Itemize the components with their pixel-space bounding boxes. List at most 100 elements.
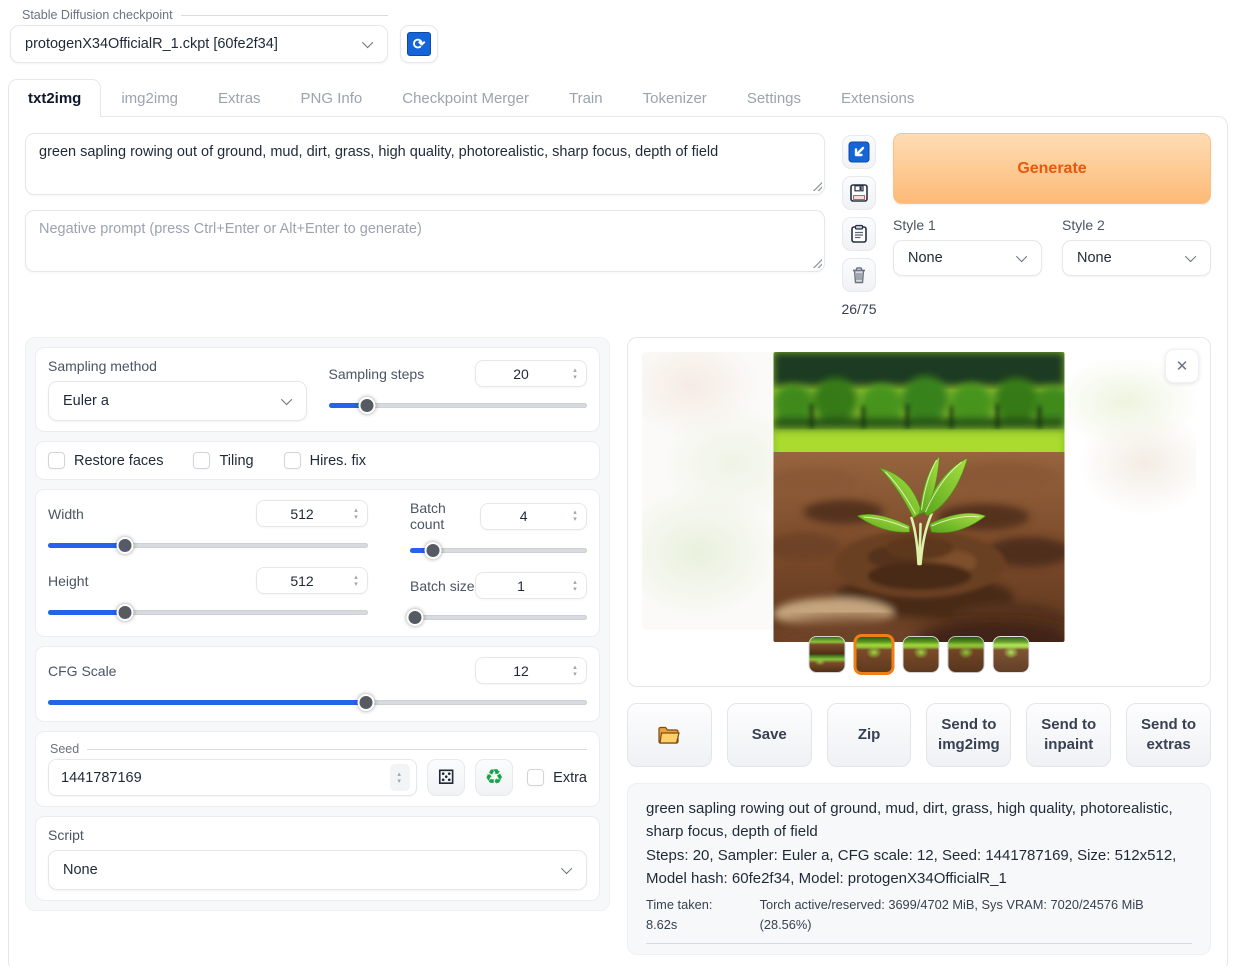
checkpoint-label: Stable Diffusion checkpoint xyxy=(10,8,388,22)
style2-dropdown[interactable]: None xyxy=(1062,240,1211,276)
chevron-down-icon xyxy=(1185,251,1196,262)
prompt-input[interactable]: green sapling rowing out of ground, mud,… xyxy=(25,133,825,195)
clipboard-icon xyxy=(849,224,869,244)
output-panel: ✕ xyxy=(627,337,1211,955)
restore-faces-checkbox[interactable]: Restore faces xyxy=(48,452,163,469)
info-params: Steps: 20, Sampler: Euler a, CFG scale: … xyxy=(646,844,1192,891)
sampling-steps-slider[interactable] xyxy=(329,396,588,414)
height-slider[interactable] xyxy=(48,603,368,621)
prompt-tools: 26/75 xyxy=(839,133,879,317)
stepper-arrows[interactable]: ▴▾ xyxy=(566,367,586,381)
tab-checkpoint-merger[interactable]: Checkpoint Merger xyxy=(382,79,549,117)
script-dropdown[interactable]: None xyxy=(48,850,587,890)
sampling-steps-input[interactable]: 20 ▴▾ xyxy=(475,360,587,387)
gallery-neighbor-left xyxy=(642,352,782,630)
zip-button[interactable]: Zip xyxy=(827,703,912,767)
seed-label: Seed xyxy=(50,742,79,756)
stepper-arrows[interactable]: ▴▾ xyxy=(566,579,586,593)
width-input[interactable]: 512 ▴▾ xyxy=(256,500,368,527)
tiling-checkbox[interactable]: Tiling xyxy=(193,452,253,469)
open-folder-button[interactable] xyxy=(627,703,712,767)
send-to-inpaint-button[interactable]: Send to inpaint xyxy=(1026,703,1111,767)
tab-train[interactable]: Train xyxy=(549,79,623,117)
chevron-down-icon xyxy=(1016,251,1027,262)
height-input[interactable]: 512 ▴▾ xyxy=(256,567,368,594)
generation-settings: Sampling method Euler a Sampling steps 2… xyxy=(25,337,610,911)
thumbnail-5[interactable] xyxy=(993,636,1030,673)
tab-png-info[interactable]: PNG Info xyxy=(281,79,383,117)
stepper-arrows[interactable]: ▴▾ xyxy=(347,507,367,521)
checkbox-box xyxy=(284,452,301,469)
thumbnail-2-selected[interactable] xyxy=(854,634,895,675)
generated-image[interactable] xyxy=(774,352,1065,642)
recycle-icon: ♻ xyxy=(485,767,504,788)
checkpoint-dropdown[interactable]: protogenX34OfficialR_1.ckpt [60fe2f34] xyxy=(10,25,388,63)
chevron-down-icon xyxy=(280,394,291,405)
sampling-method-dropdown[interactable]: Euler a xyxy=(48,381,307,421)
generation-info: green sapling rowing out of ground, mud,… xyxy=(627,783,1211,955)
style1-value: None xyxy=(908,250,943,266)
seed-input[interactable]: 1441787169 ▴▾ xyxy=(48,759,417,796)
random-seed-button[interactable]: ⚄ xyxy=(427,759,465,796)
hires-fix-checkbox[interactable]: Hires. fix xyxy=(284,452,366,469)
batch-size-slider[interactable] xyxy=(410,608,587,626)
checkbox-box xyxy=(193,452,210,469)
width-slider[interactable] xyxy=(48,536,368,554)
stepper-arrows[interactable]: ▴▾ xyxy=(566,509,586,523)
close-gallery-button[interactable]: ✕ xyxy=(1165,349,1199,383)
thumbnail-4[interactable] xyxy=(948,636,985,673)
batch-count-input[interactable]: 4 ▴▾ xyxy=(480,503,587,530)
thumbnail-1-grid[interactable] xyxy=(809,636,846,673)
save-button[interactable]: Save xyxy=(727,703,812,767)
chevron-down-icon xyxy=(561,863,572,874)
tab-img2img[interactable]: img2img xyxy=(101,79,198,117)
send-to-img2img-button[interactable]: Send to img2img xyxy=(926,703,1011,767)
batch-size-value: 1 xyxy=(476,578,566,594)
checkpoint-label-text: Stable Diffusion checkpoint xyxy=(22,8,173,22)
checkbox-box xyxy=(527,769,544,786)
extra-seed-checkbox[interactable]: Extra xyxy=(527,769,587,786)
cfg-scale-input[interactable]: 12 ▴▾ xyxy=(475,657,587,684)
refresh-checkpoints-button[interactable]: ⟳ xyxy=(400,25,438,63)
tab-settings[interactable]: Settings xyxy=(727,79,821,117)
script-label: Script xyxy=(48,827,587,843)
style1-dropdown[interactable]: None xyxy=(893,240,1042,276)
stepper-arrows[interactable]: ▴▾ xyxy=(347,574,367,588)
tab-extras[interactable]: Extras xyxy=(198,79,281,117)
height-label: Height xyxy=(48,573,88,589)
save-style-button[interactable] xyxy=(842,176,876,210)
sampling-method-label: Sampling method xyxy=(48,358,307,374)
stepper-arrows[interactable]: ▴▾ xyxy=(390,764,410,791)
thumbnail-3[interactable] xyxy=(903,636,940,673)
clear-prompt-button[interactable] xyxy=(842,258,876,292)
tab-tokenizer[interactable]: Tokenizer xyxy=(623,79,727,117)
width-value: 512 xyxy=(257,506,347,522)
batch-size-input[interactable]: 1 ▴▾ xyxy=(475,572,587,599)
extra-label: Extra xyxy=(553,770,587,786)
cfg-scale-value: 12 xyxy=(476,663,566,679)
dice-icon: ⚄ xyxy=(437,768,454,788)
checkbox-box xyxy=(48,452,65,469)
chevron-down-icon xyxy=(362,37,373,48)
negative-prompt-wrap xyxy=(25,210,825,272)
info-time-taken: Time taken: 8.62s xyxy=(646,895,746,935)
send-to-extras-button[interactable]: Send to extras xyxy=(1126,703,1211,767)
negative-prompt-input[interactable] xyxy=(25,210,825,272)
trash-icon xyxy=(849,265,869,285)
apply-style-button[interactable] xyxy=(842,217,876,251)
gallery-neighbor-right xyxy=(1068,352,1196,630)
generate-button[interactable]: Generate xyxy=(893,133,1211,204)
tab-txt2img[interactable]: txt2img xyxy=(8,79,101,117)
label-rule xyxy=(87,749,587,750)
stepper-arrows[interactable]: ▴▾ xyxy=(566,664,586,678)
prompt-wrap: green sapling rowing out of ground, mud,… xyxy=(25,133,825,195)
reuse-seed-button[interactable]: ♻ xyxy=(475,759,513,796)
cfg-scale-slider[interactable] xyxy=(48,693,587,711)
paste-params-button[interactable] xyxy=(842,135,876,169)
batch-count-slider[interactable] xyxy=(410,541,587,559)
hires-fix-label: Hires. fix xyxy=(310,453,366,469)
tab-extensions[interactable]: Extensions xyxy=(821,79,934,117)
width-label: Width xyxy=(48,506,84,522)
gallery-thumbnails xyxy=(809,634,1030,675)
token-counter: 26/75 xyxy=(841,301,876,317)
